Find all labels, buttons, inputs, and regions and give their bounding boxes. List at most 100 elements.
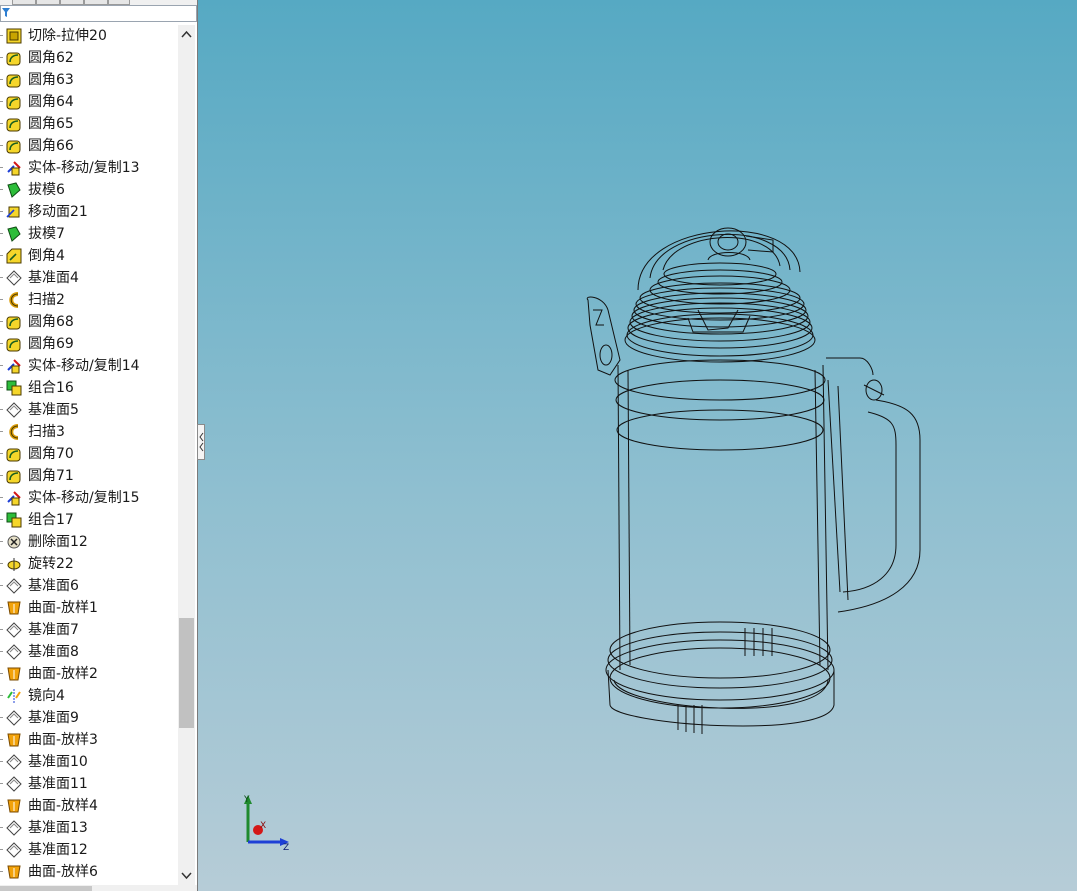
tree-connector — [0, 255, 3, 256]
panel-collapse-handle[interactable] — [197, 424, 205, 460]
tree-connector — [0, 299, 3, 300]
feature-tree-item-label: 曲面-放样2 — [28, 666, 98, 682]
feature-tree-item[interactable]: 扫描3 — [0, 421, 178, 443]
revolve-icon — [6, 556, 22, 572]
feature-tree-item[interactable]: 倒角4 — [0, 245, 178, 267]
feature-tree-item-label: 旋转22 — [28, 556, 74, 572]
fillet-icon — [6, 138, 22, 154]
feature-tree-item[interactable]: 基准面10 — [0, 751, 178, 773]
feature-tree-item[interactable]: 实体-移动/复制13 — [0, 157, 178, 179]
view-orientation-triad: Y X Z — [238, 790, 298, 858]
surface-loft-icon — [6, 666, 22, 682]
feature-tree-item-label: 基准面5 — [28, 402, 79, 418]
feature-tree-item-label: 扫描3 — [28, 424, 65, 440]
feature-tree-item[interactable]: 镜向4 — [0, 685, 178, 707]
feature-tree-item[interactable]: 基准面6 — [0, 575, 178, 597]
tree-connector — [0, 673, 3, 674]
feature-tree-item-label: 基准面4 — [28, 270, 79, 286]
feature-tree-item[interactable]: 曲面-放样2 — [0, 663, 178, 685]
feature-tree-item[interactable]: 曲面-放样6 — [0, 861, 178, 883]
feature-tree-item[interactable]: 圆角65 — [0, 113, 178, 135]
feature-tree-item[interactable]: 基准面12 — [0, 839, 178, 861]
feature-tree-item[interactable]: 圆角71 — [0, 465, 178, 487]
mirror-icon — [6, 688, 22, 704]
feature-tree-item-label: 圆角64 — [28, 94, 74, 110]
fillet-icon — [6, 446, 22, 462]
feature-tree-item[interactable]: 实体-移动/复制14 — [0, 355, 178, 377]
scroll-down-button[interactable] — [178, 867, 195, 885]
feature-tree-item[interactable]: 圆角64 — [0, 91, 178, 113]
feature-tree-item[interactable]: 组合17 — [0, 509, 178, 531]
feature-tree-item[interactable]: 移动面21 — [0, 201, 178, 223]
feature-tree-item[interactable]: 拔模6 — [0, 179, 178, 201]
feature-tree-item-label: 基准面9 — [28, 710, 79, 726]
move-copy-body-icon — [6, 358, 22, 374]
tree-scrollbar[interactable] — [178, 25, 195, 885]
tree-connector — [0, 651, 3, 652]
feature-tree-item[interactable]: 圆角62 — [0, 47, 178, 69]
feature-tree-item-label: 基准面13 — [28, 820, 88, 836]
pitcher-wireframe-model[interactable] — [388, 200, 948, 760]
tree-connector — [0, 761, 3, 762]
feature-tree-item[interactable]: 组合16 — [0, 377, 178, 399]
horizontal-scroll-thumb[interactable] — [0, 886, 92, 891]
feature-tree-item[interactable]: 曲面-放样3 — [0, 729, 178, 751]
feature-tree-item-label: 组合16 — [28, 380, 74, 396]
feature-tree-item[interactable]: 圆角70 — [0, 443, 178, 465]
feature-tree-item-label: 拔模6 — [28, 182, 65, 198]
feature-tree-item-label: 圆角71 — [28, 468, 74, 484]
fillet-icon — [6, 50, 22, 66]
feature-tree-item[interactable]: 曲面-放样1 — [0, 597, 178, 619]
feature-tree-item[interactable]: 旋转22 — [0, 553, 178, 575]
feature-tree-item[interactable]: 扫描2 — [0, 289, 178, 311]
plane-icon — [6, 644, 22, 660]
tree-connector — [0, 871, 3, 872]
feature-tree-item-label: 基准面12 — [28, 842, 88, 858]
feature-tree-item[interactable]: 基准面4 — [0, 267, 178, 289]
feature-tree-item[interactable]: 圆角66 — [0, 135, 178, 157]
feature-tree-item-label: 基准面10 — [28, 754, 88, 770]
tree-connector — [0, 79, 3, 80]
tree-filter-field[interactable] — [0, 5, 197, 22]
feature-tree-item[interactable]: 基准面5 — [0, 399, 178, 421]
surface-loft-icon — [6, 798, 22, 814]
tree-connector — [0, 57, 3, 58]
feature-tree-item[interactable]: 基准面9 — [0, 707, 178, 729]
feature-tree-item-label: 镜向4 — [28, 688, 65, 704]
graphics-viewport[interactable]: Y X Z — [198, 0, 1077, 891]
scroll-thumb[interactable] — [179, 618, 194, 728]
feature-tree-item-label: 曲面-放样4 — [28, 798, 98, 814]
plane-icon — [6, 578, 22, 594]
sweep-icon — [6, 424, 22, 440]
fillet-icon — [6, 94, 22, 110]
feature-tree-item[interactable]: 基准面7 — [0, 619, 178, 641]
feature-tree-item[interactable]: 基准面13 — [0, 817, 178, 839]
tree-connector — [0, 277, 3, 278]
surface-loft-icon — [6, 732, 22, 748]
feature-tree-item[interactable]: 实体-移动/复制15 — [0, 487, 178, 509]
feature-tree-item-label: 组合17 — [28, 512, 74, 528]
feature-tree-item-label: 圆角62 — [28, 50, 74, 66]
tree-connector — [0, 519, 3, 520]
feature-tree-item[interactable]: 基准面11 — [0, 773, 178, 795]
tree-connector — [0, 387, 3, 388]
feature-tree-item[interactable]: 拔模7 — [0, 223, 178, 245]
tree-connector — [0, 849, 3, 850]
horizontal-scrollbar[interactable] — [0, 885, 197, 891]
feature-tree-item[interactable]: 圆角68 — [0, 311, 178, 333]
feature-tree-item[interactable]: 圆角69 — [0, 333, 178, 355]
tree-connector — [0, 343, 3, 344]
delete-face-icon — [6, 534, 22, 550]
feature-tree-item[interactable]: 曲面-放样4 — [0, 795, 178, 817]
tree-connector — [0, 607, 3, 608]
feature-tree-item[interactable]: 删除面12 — [0, 531, 178, 553]
feature-tree-item[interactable]: 基准面8 — [0, 641, 178, 663]
scroll-up-button[interactable] — [178, 25, 195, 43]
feature-tree-item-label: 圆角68 — [28, 314, 74, 330]
feature-tree-item-label: 实体-移动/复制13 — [28, 160, 140, 176]
fillet-icon — [6, 336, 22, 352]
feature-tree-item[interactable]: 切除-拉伸20 — [0, 25, 178, 47]
feature-tree-item[interactable]: 圆角63 — [0, 69, 178, 91]
feature-tree-item-label: 曲面-放样1 — [28, 600, 98, 616]
feature-tree-item-label: 基准面8 — [28, 644, 79, 660]
